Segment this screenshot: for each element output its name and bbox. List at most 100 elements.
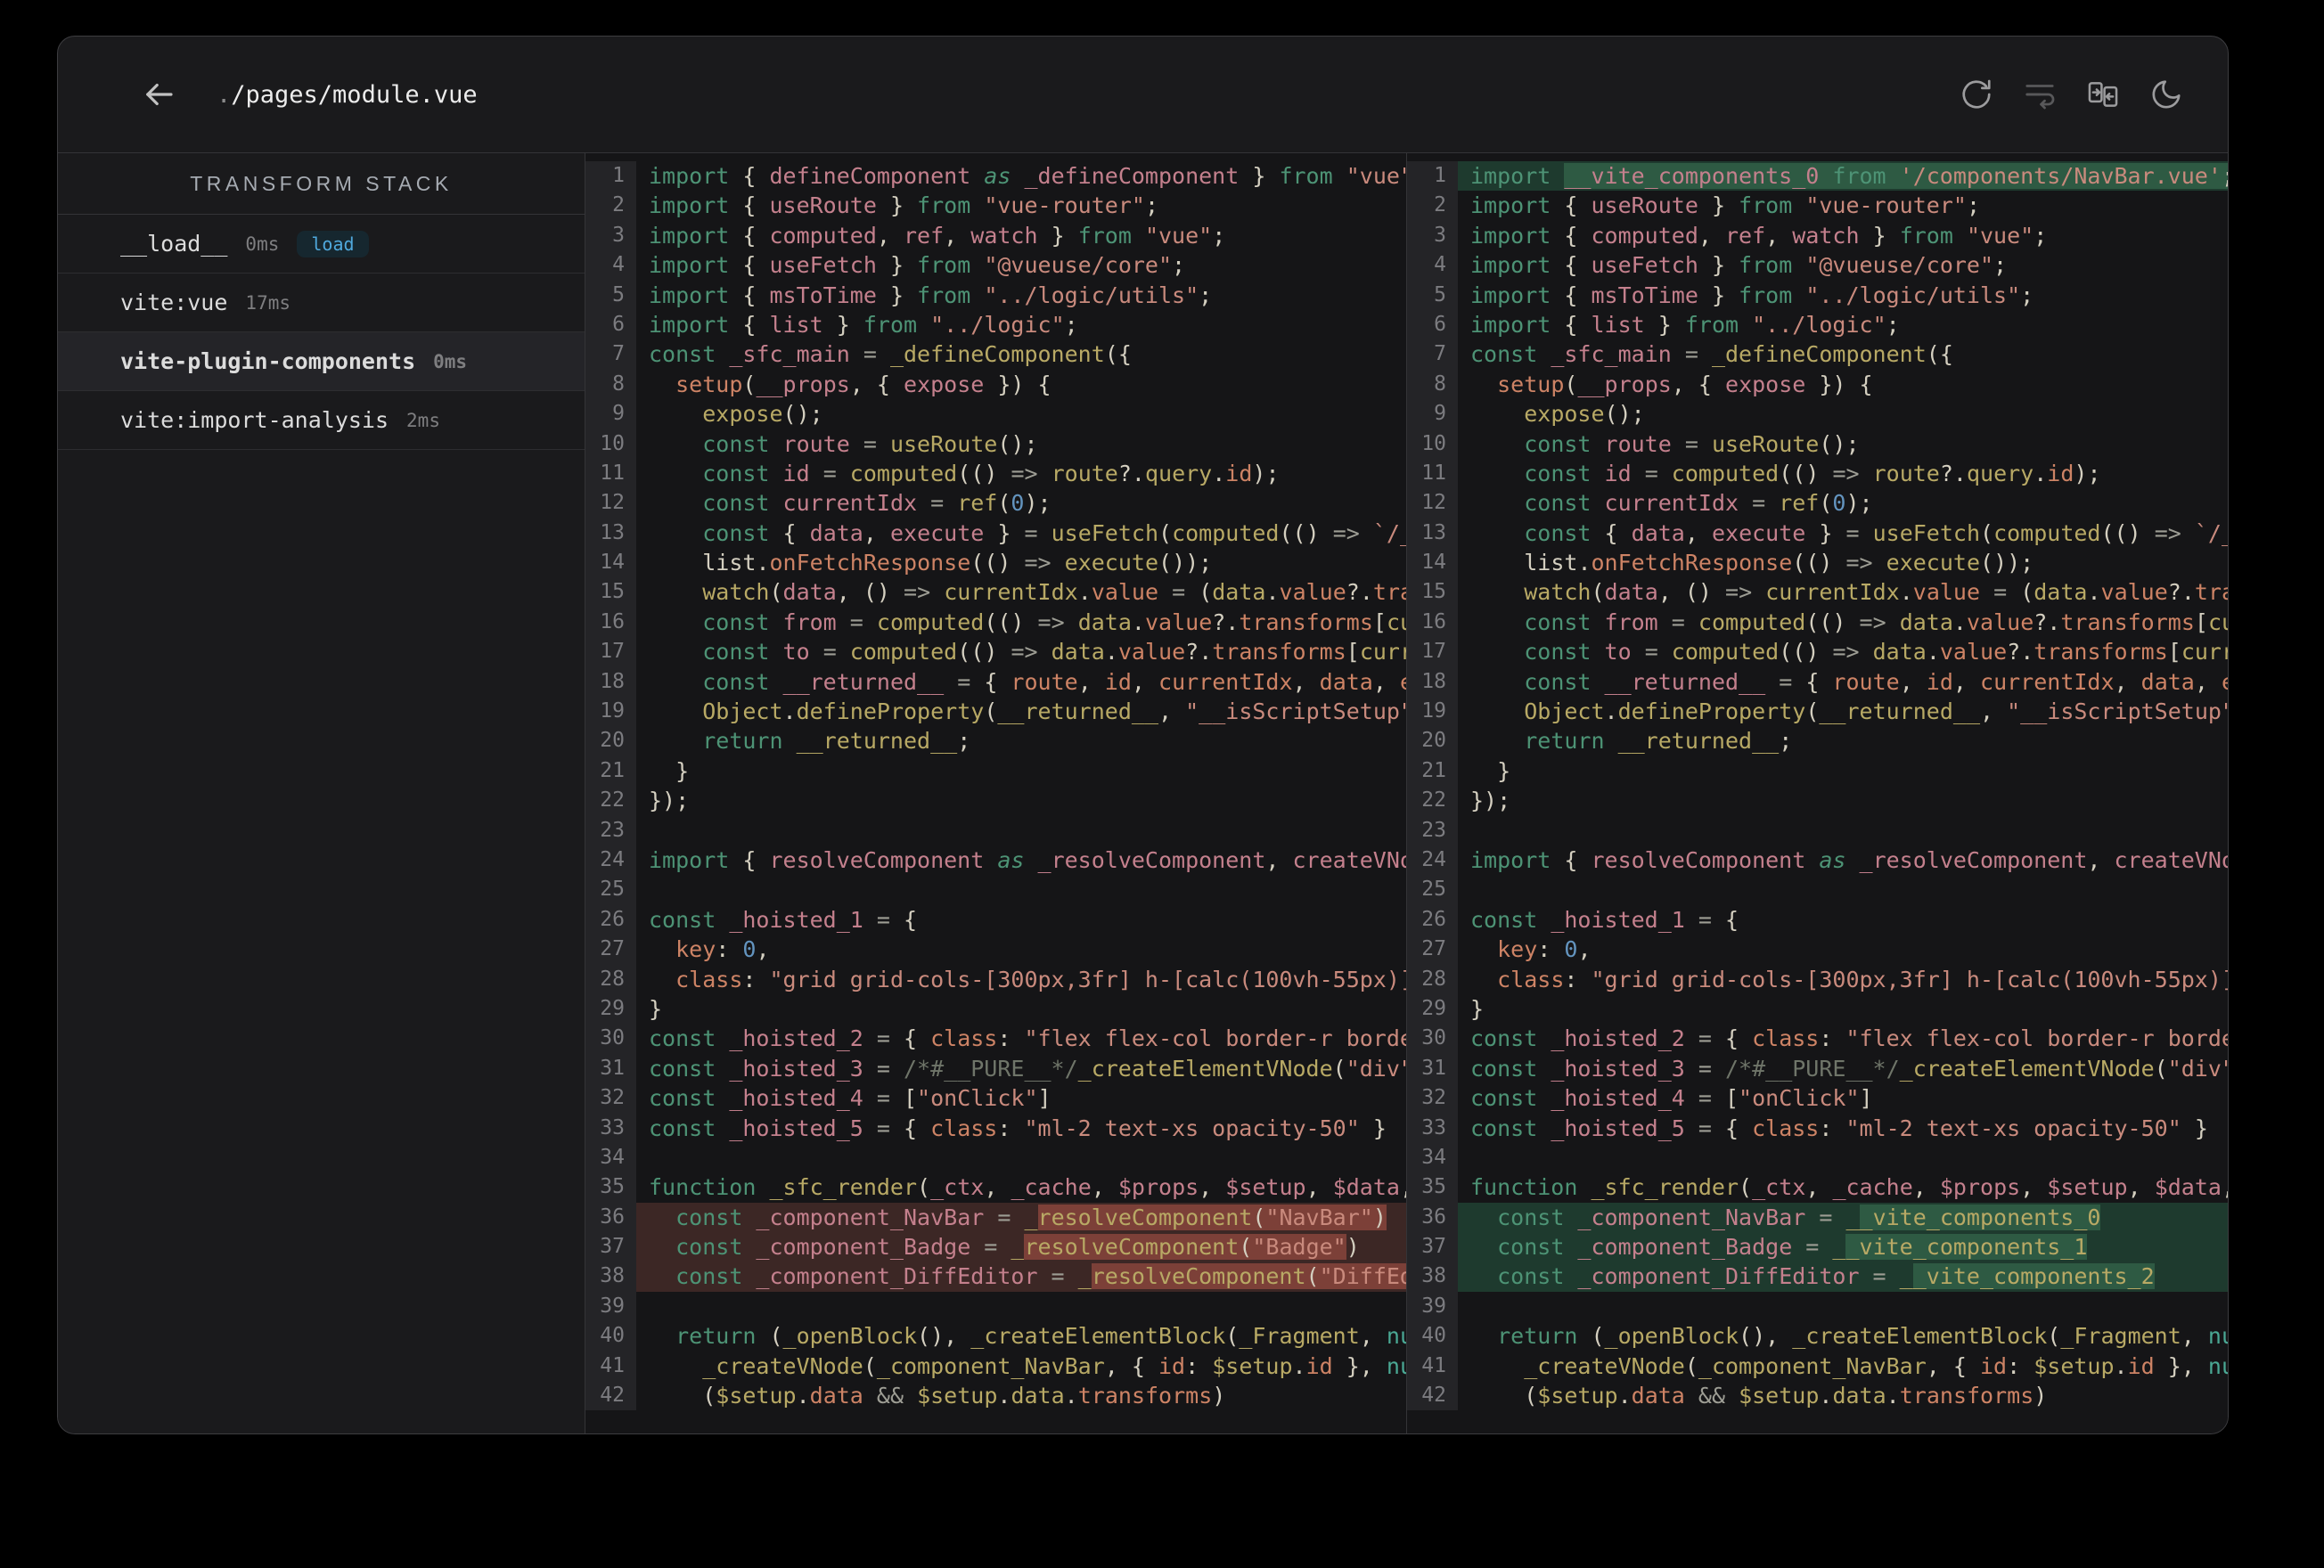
code-token: $props (1939, 1174, 2021, 1201)
code-token: . (1617, 1383, 1632, 1409)
code-text: } (1458, 756, 2228, 786)
code-text: const id = computed(() => route?.query.i… (1458, 459, 2228, 488)
app-window: ./pages/module.vue TRANSFORM STACK __loa… (57, 36, 2229, 1434)
code-token: resolveComponent (1591, 846, 1806, 873)
code-token: _hoisted_3 (729, 1055, 863, 1082)
line-number: 42 (1407, 1381, 1458, 1411)
code-token: _hoisted_1 (729, 906, 863, 933)
sidebar-item-vite-import-analysis[interactable]: vite:import-analysis 2ms (58, 391, 585, 450)
line-number: 10 (585, 429, 636, 459)
code-token: useRoute (769, 192, 877, 219)
code-token: 0 (742, 936, 757, 963)
code-text: const __returned__ = { route, id, curren… (636, 667, 1406, 697)
code-token: = (1671, 341, 1712, 368)
diff-view-icon[interactable] (2086, 78, 2120, 111)
code-token: import (649, 252, 743, 279)
code-token: { (742, 192, 770, 219)
code-token: ( (917, 1174, 931, 1201)
line-number: 18 (585, 666, 636, 698)
code-token: computed (876, 608, 985, 635)
code-token: = (1765, 668, 1806, 695)
line-number: 37 (1407, 1232, 1458, 1262)
code-token: }, (2154, 1352, 2208, 1379)
code-token: [ (1346, 639, 1360, 666)
code-token: } (1698, 282, 1739, 308)
code-token: _cache (1832, 1174, 1913, 1201)
line-number: 39 (585, 1291, 636, 1322)
code-token: = (863, 1115, 904, 1141)
code-token: const (702, 460, 783, 486)
code-token: const (1524, 668, 1605, 695)
sidebar-item-vite-vue[interactable]: vite:vue 17ms (58, 274, 585, 332)
code-token: = (809, 460, 850, 486)
line-number: 7 (1407, 339, 1458, 370)
code-line: 27 key: 0, (1407, 935, 2228, 965)
line-number: 16 (1407, 607, 1458, 638)
code-token: . (1131, 608, 1145, 635)
code-text: watch(data, () => currentIdx.value = (da… (1458, 577, 2228, 607)
wrap-lines-icon[interactable] (2023, 78, 2057, 111)
moon-icon[interactable] (2149, 78, 2183, 111)
code-text: list.onFetchResponse(() => execute()); (1458, 548, 2228, 577)
code-token: useFetch (1872, 519, 1981, 546)
code-token: expose (702, 401, 783, 428)
code-token: ; (1779, 728, 1793, 755)
code-token: = (809, 639, 850, 666)
refresh-icon[interactable] (1960, 78, 1993, 111)
code-token: data (1051, 639, 1105, 666)
code-token: _ (1899, 1263, 1913, 1290)
code-pane-before[interactable]: 1 import { defineComponent as _defineComp… (585, 153, 1406, 1433)
code-token: . (997, 1383, 1011, 1409)
code-token: } (822, 311, 863, 338)
code-token: : (1819, 1025, 1846, 1052)
code-token: ( (1305, 1263, 1320, 1290)
code-token: = (849, 341, 890, 368)
sidebar-item-load[interactable]: __load__ 0ms load (58, 215, 585, 274)
code-text: setup(__props, { expose }) { (1458, 370, 2228, 399)
code-token: } (1470, 995, 1485, 1022)
code-text: function _sfc_render(_ctx, _cache, $prop… (636, 1172, 1406, 1202)
code-token: = (1631, 639, 1672, 666)
code-token: . (1212, 460, 1226, 486)
code-token: return (702, 728, 797, 755)
code-token: const (702, 430, 783, 457)
code-token: computed (849, 460, 958, 486)
code-token: }); (1470, 788, 1511, 814)
code-token: resolveComponent (1091, 1263, 1306, 1290)
line-number: 19 (585, 697, 636, 727)
code-token: const (1470, 1085, 1551, 1112)
code-line: 11 const id = computed(() => route?.quer… (1407, 458, 2228, 489)
toolbar (1960, 78, 2183, 111)
sidebar-item-vite-plugin-components[interactable]: vite-plugin-components 0ms (58, 332, 585, 391)
code-token: key (1497, 936, 1538, 963)
code-token: "Badge" (1252, 1234, 1346, 1261)
code-token: = (863, 906, 904, 933)
code-token: _ctx (930, 1174, 985, 1201)
code-token: const (702, 668, 783, 695)
code-token: _hoisted_5 (729, 1115, 863, 1141)
code-token: "ml-2 text-xs opacity-50" (1845, 1115, 2181, 1141)
code-token: import (649, 311, 743, 338)
code-token: _hoisted_2 (1551, 1025, 1685, 1052)
code-token: from (917, 282, 985, 308)
code-token: currentIdx (944, 579, 1078, 606)
code-token: currentIdx (1765, 579, 1900, 606)
code-token: data (1899, 608, 1953, 635)
code-token: => (2154, 519, 2195, 546)
code-token: expose (904, 371, 985, 397)
code-token: , (1091, 1174, 1118, 1201)
code-token: value (1939, 639, 2008, 666)
code-text: const from = computed(() => data.value?.… (1458, 608, 2228, 637)
back-button[interactable] (140, 76, 177, 113)
code-token: defineComponent (769, 163, 971, 189)
line-number: 8 (1407, 369, 1458, 400)
code-token: _component_DiffEditor (1577, 1263, 1860, 1290)
code-token: ; (1172, 252, 1186, 279)
code-token: transforms (1239, 608, 1373, 635)
code-pane-after[interactable]: 1 import __vite_components_0 from '/compo… (1406, 153, 2228, 1433)
code-line: 23 (585, 815, 1406, 845)
